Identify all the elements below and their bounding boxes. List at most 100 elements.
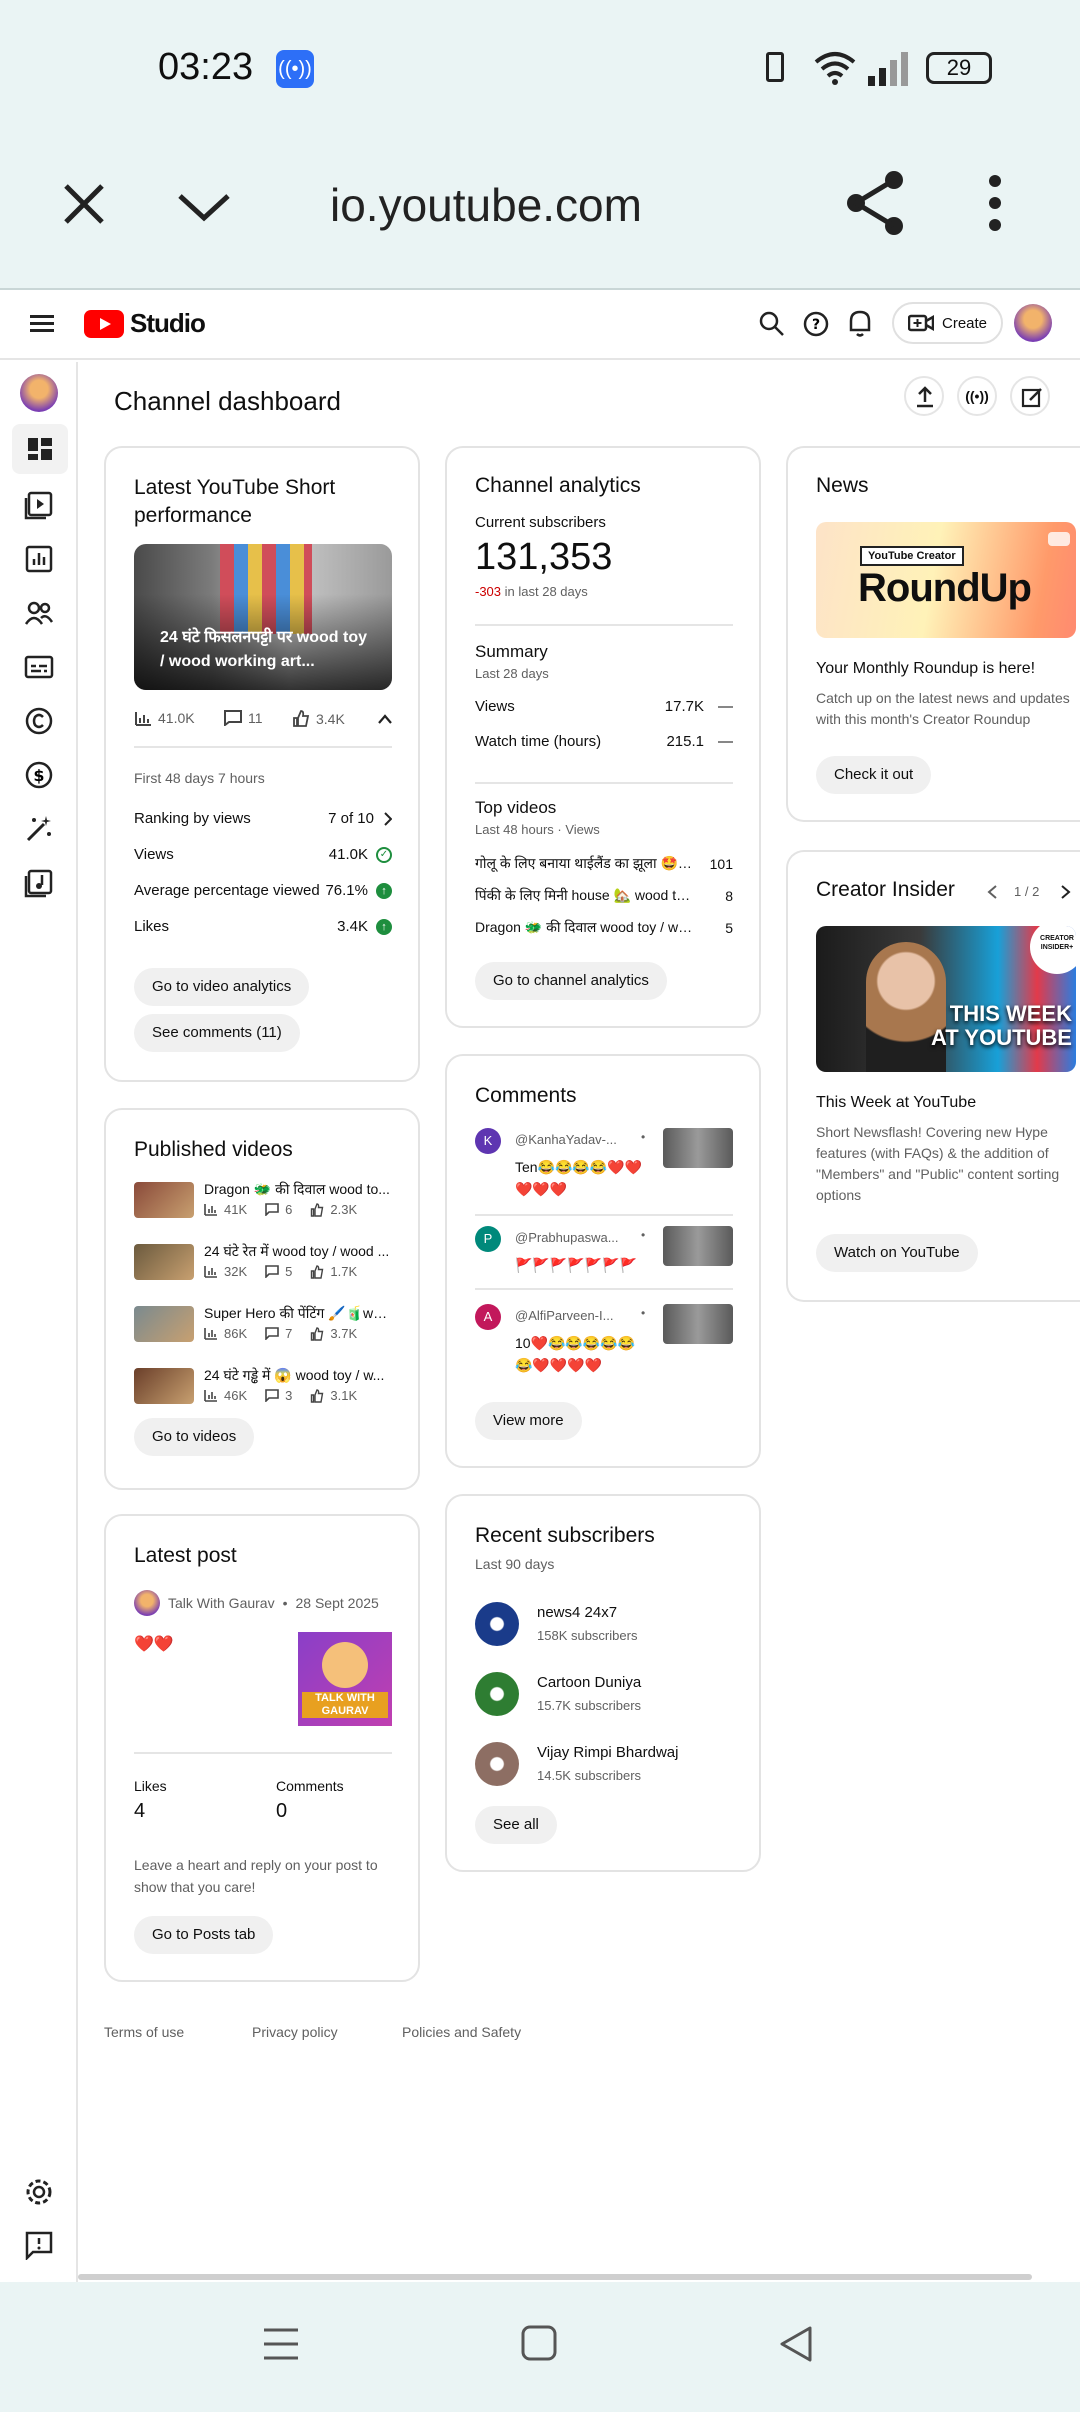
create-button[interactable]: Create: [892, 302, 1004, 344]
bar-chart-icon: [135, 712, 151, 726]
analytics-icon[interactable]: [24, 544, 54, 574]
channel-avatar[interactable]: [20, 374, 58, 412]
svg-text:?: ?: [812, 317, 820, 333]
earn-icon[interactable]: $: [24, 760, 54, 790]
post-image[interactable]: TALK WITH GAURAV: [298, 1632, 392, 1726]
list-item[interactable]: 24 घंटे गड्ढे में 😱 wood toy / w... 46K …: [134, 1366, 392, 1410]
edit-icon: [1021, 388, 1042, 408]
video-title: Dragon 🐲 की दिवाल wood to...: [204, 1181, 390, 1197]
close-icon[interactable]: [62, 182, 106, 226]
audio-library-icon[interactable]: [24, 868, 54, 898]
subscriber-avatar: [475, 1602, 519, 1646]
more-vert-icon[interactable]: [988, 174, 1002, 232]
row-label: Average percentage viewed: [134, 882, 320, 899]
video-thumbnail: [134, 1368, 194, 1404]
go-live-button[interactable]: ((•)): [957, 376, 997, 416]
avatar[interactable]: [1014, 304, 1052, 342]
content-icon[interactable]: [24, 490, 54, 520]
vibrate-icon: [766, 52, 784, 82]
comment-item[interactable]: A @AlfiParveen-I... • 10❤️😂😂😂😂😂😂❤️❤️❤️❤️: [475, 1304, 733, 1384]
upload-button[interactable]: [904, 376, 944, 416]
go-to-channel-analytics-button[interactable]: Go to channel analytics: [475, 962, 667, 1000]
feedback-icon[interactable]: [24, 2230, 54, 2260]
roundup-banner[interactable]: YouTube Creator RoundUp: [816, 522, 1076, 638]
studio-logo[interactable]: Studio: [84, 308, 206, 339]
chevron-left-icon[interactable]: [986, 884, 998, 900]
comment-author: @KanhaYadav-...: [515, 1132, 617, 1147]
divider: [475, 624, 733, 626]
comment-item[interactable]: P @Prabhupaswa... • 🚩🚩🚩🚩🚩🚩🚩: [475, 1226, 733, 1306]
horizontal-scrollbar[interactable]: [78, 2274, 1032, 2280]
subscriber-item[interactable]: Vijay Rimpi Bhardwaj 14.5K subscribers: [475, 1738, 733, 1788]
list-item[interactable]: Super Hero की पेंटिंग 🖌️🧃wo... 86K 7 3.7…: [134, 1304, 392, 1348]
home-icon[interactable]: [520, 2324, 558, 2362]
recent-apps-icon[interactable]: [262, 2326, 300, 2362]
svg-text:$: $: [33, 766, 44, 785]
create-video-icon: [908, 314, 934, 332]
card-title: Comments: [475, 1084, 577, 1107]
pager: 1 / 2: [1014, 884, 1040, 899]
subscriber-item[interactable]: Cartoon Duniya 15.7K subscribers: [475, 1668, 733, 1718]
card-title: Channel analytics: [475, 474, 641, 497]
subscriber-count: 15.7K subscribers: [537, 1698, 642, 1713]
community-icon[interactable]: [24, 598, 54, 628]
subscriber-name: news4 24x7: [537, 1604, 618, 1621]
url-field[interactable]: io.youtube.com: [330, 178, 642, 232]
watch-on-youtube-button[interactable]: Watch on YouTube: [816, 1234, 978, 1272]
go-to-posts-button[interactable]: Go to Posts tab: [134, 1916, 274, 1954]
notifications-icon[interactable]: [846, 308, 874, 338]
post-body: ❤️❤️: [134, 1636, 174, 1653]
top-video-views: 101: [709, 855, 733, 872]
top-video-row[interactable]: Dragon 🐲 की दिवाल wood toy / wood... 5: [475, 918, 733, 937]
help-icon[interactable]: ?: [802, 310, 830, 338]
nav-dashboard[interactable]: [12, 424, 68, 474]
privacy-link[interactable]: Privacy policy: [252, 2024, 338, 2040]
subscriber-item[interactable]: news4 24x7 158K subscribers: [475, 1598, 733, 1648]
chevron-right-icon[interactable]: [1060, 884, 1072, 900]
settings-icon[interactable]: [24, 2177, 54, 2207]
video-analytics-button[interactable]: Go to video analytics: [134, 968, 310, 1006]
view-more-button[interactable]: View more: [475, 1402, 582, 1440]
copyright-icon[interactable]: [24, 706, 54, 736]
subtitles-icon[interactable]: [24, 652, 54, 682]
likes-label: Likes: [134, 1778, 167, 1794]
avatar-initial: A: [483, 1309, 493, 1324]
customization-icon[interactable]: [24, 814, 54, 844]
comment-item[interactable]: K @KanhaYadav-... • Ten😂😂😂😂❤️❤️❤️❤️❤️: [475, 1128, 733, 1208]
likes-count: 4: [134, 1800, 146, 1822]
subs-change: -303: [475, 584, 502, 599]
list-item[interactable]: 24 घंटे रेत में wood toy / wood ... 32K …: [134, 1242, 392, 1286]
recent-subscribers-card: Recent subscribers Last 90 days news4 24…: [445, 1494, 761, 1872]
chevron-up-icon[interactable]: [378, 714, 392, 724]
short-row-likes: Likes 3.4K ↑: [134, 918, 392, 935]
short-row-views: Views 41.0K ✓: [134, 846, 392, 863]
back-icon[interactable]: [776, 2324, 816, 2364]
search-icon[interactable]: [758, 310, 786, 338]
short-row-ranking[interactable]: Ranking by views 7 of 10: [134, 810, 392, 827]
short-thumbnail[interactable]: 24 घंटे फिसलनपट्टी पर wood toy / wood wo…: [134, 544, 392, 690]
avatar-initial: K: [483, 1133, 493, 1148]
see-comments-button[interactable]: See comments (11): [134, 1014, 300, 1052]
go-to-videos-button[interactable]: Go to videos: [134, 1418, 255, 1456]
status-time: 03:23: [158, 46, 254, 88]
see-all-button[interactable]: See all: [475, 1806, 557, 1844]
terms-link[interactable]: Terms of use: [104, 2024, 184, 2040]
video-stats: 86K 7 3.7K: [204, 1326, 357, 1341]
comment-icon: [265, 1265, 279, 1278]
share-icon[interactable]: [846, 170, 906, 236]
status-bar: 03:23 ((•)) 29: [0, 0, 1080, 140]
top-video-row[interactable]: पिंकी के लिए मिनी house 🏡 wood toy... 8: [475, 886, 733, 905]
summary-period: Last 28 days: [475, 666, 549, 681]
separator-dot: •: [641, 1130, 646, 1144]
create-post-button[interactable]: [1010, 376, 1050, 416]
top-video-row[interactable]: गोलू के लिए बनाया थाईलैंड का झूला 🤩wo...…: [475, 854, 733, 873]
list-item[interactable]: Dragon 🐲 की दिवाल wood to... 41K 6 2.3K: [134, 1180, 392, 1224]
policies-link[interactable]: Policies and Safety: [402, 2024, 521, 2040]
video-stats: 41K 6 2.3K: [204, 1202, 357, 1217]
check-it-out-button[interactable]: Check it out: [816, 756, 932, 794]
insider-thumbnail[interactable]: THIS WEEK AT YOUTUBE CREATOR INSIDER+: [816, 926, 1076, 1072]
comment-video-thumbnail: [663, 1226, 733, 1266]
menu-icon[interactable]: [30, 314, 54, 334]
chevron-down-icon[interactable]: [176, 192, 232, 222]
video-thumbnail: [134, 1306, 194, 1342]
